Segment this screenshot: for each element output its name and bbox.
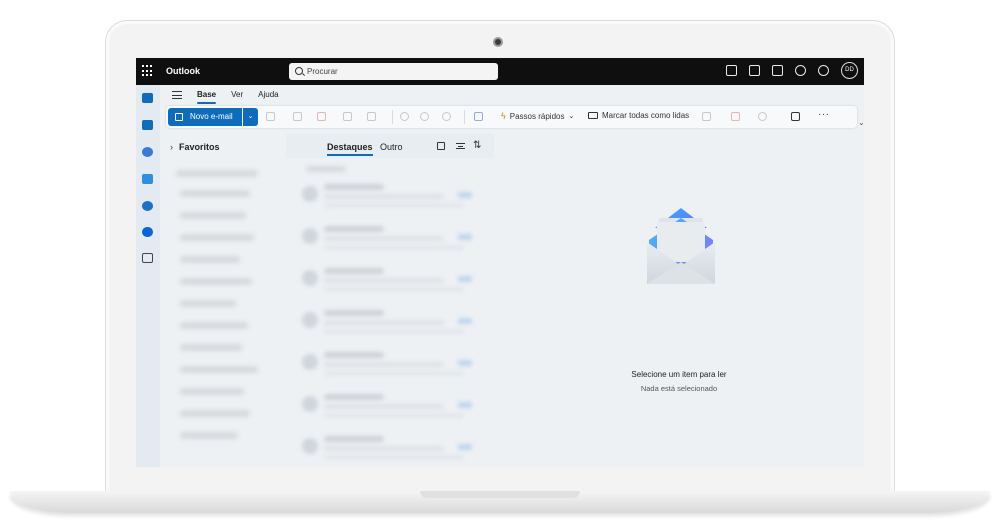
report-icon[interactable]	[317, 112, 326, 121]
folder-item[interactable]	[180, 300, 236, 307]
favorites-header[interactable]: › Favoritos	[170, 142, 220, 152]
todo-icon[interactable]	[142, 174, 153, 184]
calendar-icon[interactable]	[142, 120, 153, 130]
clock-icon[interactable]	[758, 112, 767, 121]
ribbon-expand-icon[interactable]: ⌄	[858, 118, 864, 127]
list-item[interactable]	[294, 388, 488, 424]
tab-ajuda[interactable]: Ajuda	[258, 90, 278, 101]
chevron-down-icon: ⌄	[568, 113, 575, 120]
separator	[392, 110, 393, 124]
message-list: Destaques Outro ⇅	[286, 134, 494, 467]
more-options-button[interactable]: ···	[818, 109, 830, 120]
favorites-label: Favoritos	[179, 142, 220, 152]
top-toolbar: DD	[726, 62, 858, 79]
app-title: Outlook	[166, 66, 200, 76]
list-item[interactable]	[294, 346, 488, 382]
mail-icon[interactable]	[142, 93, 153, 103]
people-icon[interactable]	[142, 147, 153, 157]
outlook-window: Outlook Procurar DD Base Ver Ajuda Novo …	[136, 58, 864, 467]
avatar[interactable]: DD	[841, 62, 858, 79]
tab-ver[interactable]: Ver	[231, 90, 243, 101]
onenote-icon[interactable]	[749, 65, 760, 76]
lightning-icon: ϟ	[501, 111, 506, 121]
empty-state-title: Selecione um item para ler	[631, 370, 727, 379]
folder-item[interactable]	[180, 278, 252, 285]
folder-pane: › Favoritos	[160, 134, 272, 467]
list-item[interactable]	[294, 304, 488, 340]
new-mail-label: Novo e-mail	[190, 112, 233, 121]
onedrive-icon[interactable]	[142, 227, 153, 237]
sweep-icon[interactable]	[343, 112, 352, 121]
folder-item[interactable]	[180, 234, 254, 241]
webcam	[493, 37, 503, 47]
gear-icon[interactable]	[818, 65, 829, 76]
delete-icon[interactable]	[266, 112, 275, 121]
select-icon[interactable]	[437, 142, 445, 150]
quick-steps-label: Passos rápidos	[509, 111, 565, 121]
chevron-right-icon: ›	[170, 142, 173, 152]
envelope-open-icon	[588, 112, 598, 119]
tasks-icon[interactable]	[772, 65, 783, 76]
app-rail	[136, 85, 160, 467]
move-icon[interactable]	[367, 112, 376, 121]
new-mail-button[interactable]: Novo e-mail	[168, 108, 242, 126]
org-icon[interactable]	[142, 201, 153, 211]
sort-icon[interactable]: ⇅	[473, 140, 481, 151]
folder-item[interactable]	[180, 322, 248, 329]
new-mail-dropdown[interactable]: ⌄	[243, 108, 258, 126]
reading-pane: Selecione um item para ler Nada está sel…	[494, 134, 864, 467]
folder-item[interactable]	[180, 366, 258, 373]
search-icon	[295, 67, 303, 75]
list-item[interactable]	[294, 430, 488, 466]
teams-icon[interactable]	[474, 112, 483, 121]
mark-all-read-button[interactable]: Marcar todas como lidas	[588, 111, 689, 120]
chat-icon[interactable]	[726, 65, 737, 76]
empty-state-subtitle: Nada está selecionado	[640, 384, 718, 393]
folder-item[interactable]	[176, 170, 258, 177]
reply-all-icon[interactable]	[420, 112, 429, 121]
menu-tabs: Base Ver Ajuda	[172, 88, 294, 104]
folder-item[interactable]	[180, 256, 240, 263]
list-item[interactable]	[294, 220, 488, 256]
hamburger-icon[interactable]	[172, 91, 182, 99]
view-grid-icon[interactable]	[791, 112, 800, 121]
folder-item[interactable]	[180, 432, 238, 439]
folder-item[interactable]	[180, 344, 242, 351]
filter-icon[interactable]	[456, 143, 465, 149]
tab-outro[interactable]: Outro	[380, 142, 403, 152]
open-envelope-icon	[647, 208, 715, 284]
folder-item[interactable]	[180, 190, 250, 197]
archive-icon[interactable]	[293, 112, 302, 121]
tag-icon[interactable]	[702, 112, 711, 121]
apps-icon[interactable]	[142, 253, 153, 263]
list-item[interactable]	[294, 262, 488, 298]
separator	[464, 110, 465, 124]
tab-base[interactable]: Base	[197, 90, 217, 104]
folder-item[interactable]	[180, 212, 246, 219]
forward-icon[interactable]	[442, 112, 451, 121]
compose-icon	[175, 113, 183, 121]
list-item[interactable]	[294, 178, 488, 214]
tab-destaques[interactable]: Destaques	[327, 142, 373, 156]
ribbon: Novo e-mail ⌄ ϟ Passos rápidos ⌄ Marcar …	[166, 106, 857, 128]
flag-icon[interactable]	[731, 112, 740, 121]
folder-item[interactable]	[180, 388, 244, 395]
top-bar: Outlook Procurar DD	[136, 58, 864, 85]
folder-item[interactable]	[180, 410, 250, 417]
bell-icon[interactable]	[795, 65, 806, 76]
apps-grid-icon[interactable]	[142, 65, 154, 77]
quick-steps-button[interactable]: ϟ Passos rápidos ⌄	[501, 111, 574, 121]
group-header	[306, 166, 346, 172]
reply-icon[interactable]	[400, 112, 409, 121]
message-list-header: Destaques Outro ⇅	[286, 134, 494, 158]
laptop-notch	[420, 491, 580, 498]
mark-all-read-label: Marcar todas como lidas	[602, 111, 690, 120]
search-input[interactable]: Procurar	[289, 63, 498, 80]
